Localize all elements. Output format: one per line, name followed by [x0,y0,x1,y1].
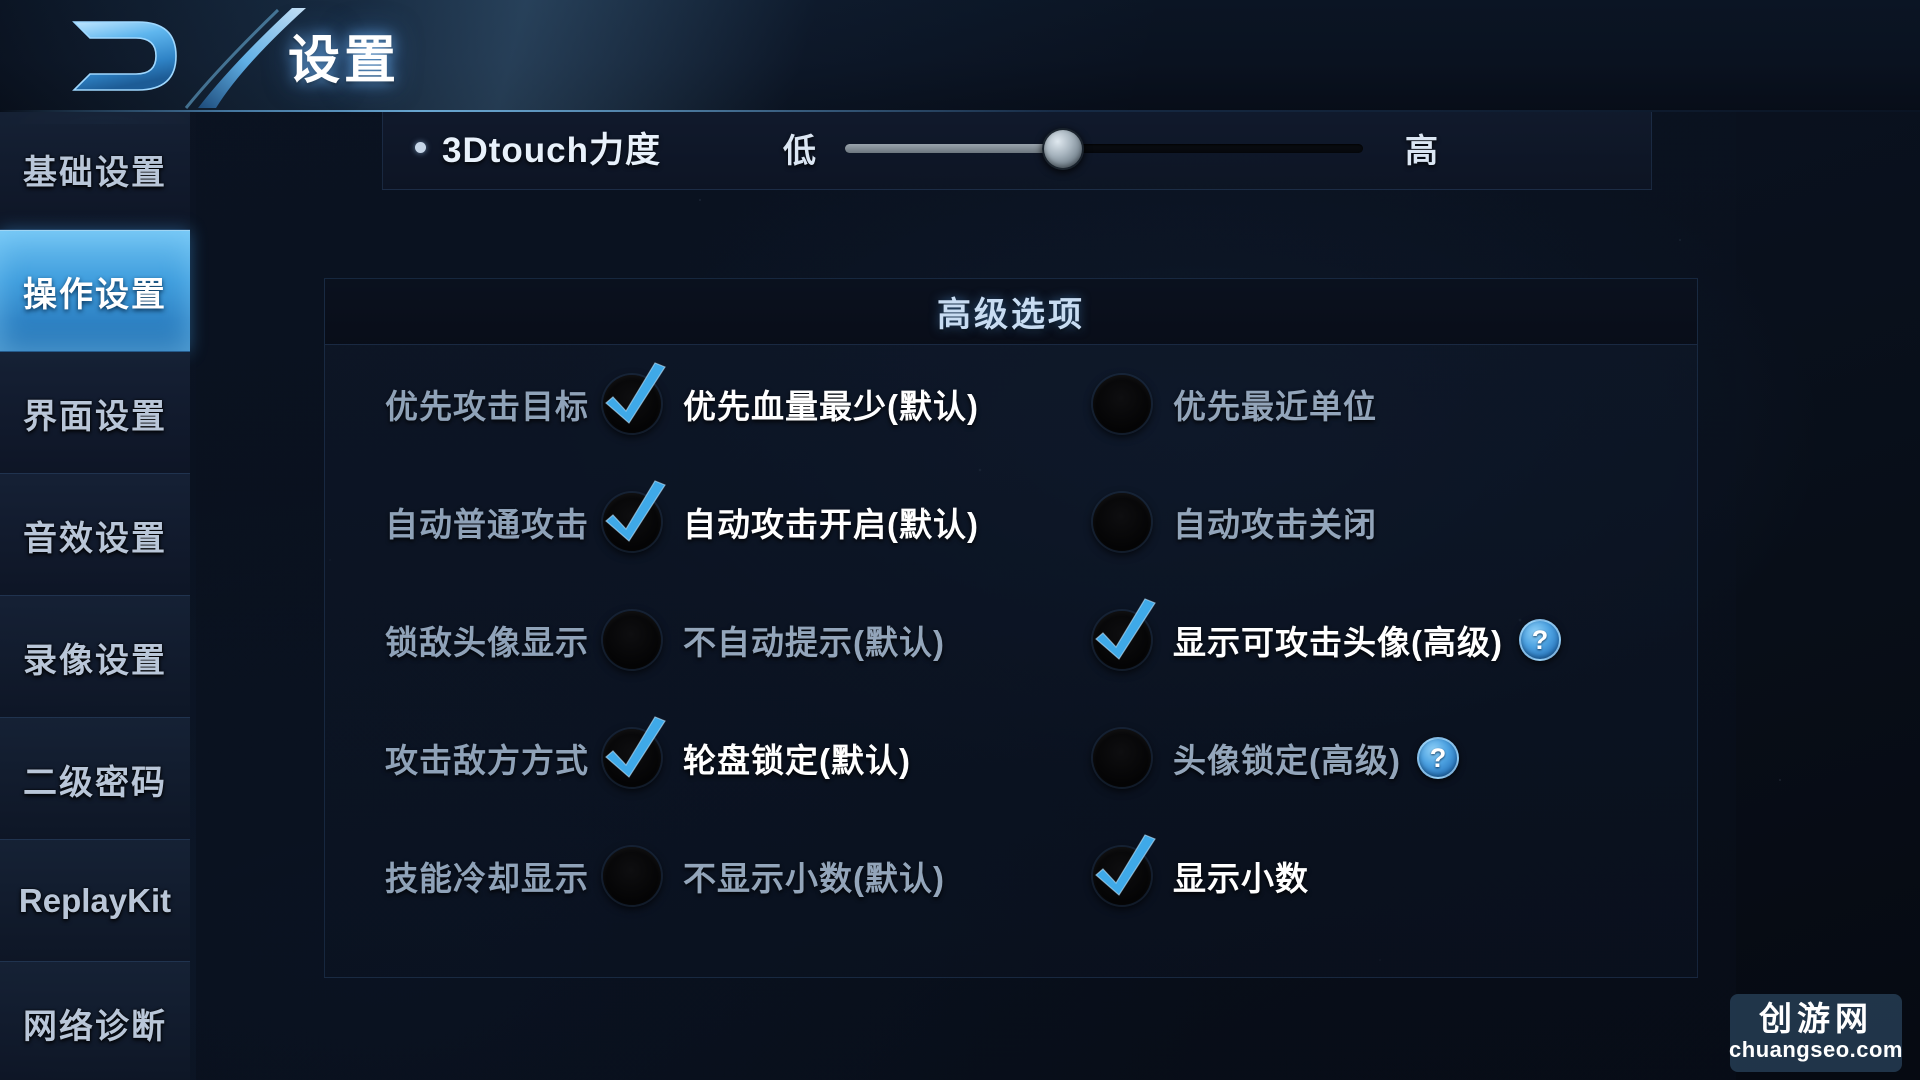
checkmark-icon [1095,834,1156,896]
option-choice-left[interactable]: 轮盘锁定(默认) [603,716,911,787]
settings-content-panel: 3Dtouch力度 低 高 高级选项 优先攻击目标 优先血量最少(默认) 优先最近单… [196,104,1736,1080]
sidebar-item-1[interactable]: 操作设置 [0,230,190,352]
sidebar-nav: 基础设置操作设置界面设置音效设置录像设置二级密码 ReplayKit 网络诊断 [0,68,190,1080]
3dtouch-strength-row: 3Dtouch力度 低 高 [382,106,1652,190]
sidebar-item-4[interactable]: 录像设置 [0,596,190,718]
page-title: 设置 [288,32,401,90]
help-question-icon[interactable]: ? [1518,619,1561,661]
option-choice-label: 显示小数 [1173,860,1309,897]
radio-checked-icon[interactable] [603,362,666,433]
sidebar-item-3[interactable]: 音效设置 [0,474,190,596]
radio-unchecked-icon[interactable] [1093,493,1151,551]
option-choice-label: 自动攻击开启(默认) [683,506,979,543]
option-choice-label: 优先血量最少(默认) [683,388,979,425]
watermark-url-text: chuangseo.com [1729,1037,1903,1063]
radio-checked-icon[interactable] [603,480,666,551]
option-choice-left[interactable]: 自动攻击开启(默认) [603,480,979,551]
sidebar-item-5[interactable]: 二级密码 [0,718,190,840]
settings-screen: 设置 基础设置操作设置界面设置音效设置录像设置二级密码 ReplayKit 网络诊断… [0,0,1920,1080]
3dtouch-slider[interactable] [845,127,1363,170]
advanced-options-title: 高级选项 [937,296,1085,334]
logo-area [30,6,306,109]
sidebar-item-label: 录像设置 [23,641,167,680]
option-row-label: 锁敌头像显示 [385,624,589,661]
radio-checked-icon[interactable] [1093,834,1156,905]
radio-unchecked-icon[interactable] [1093,729,1151,787]
slider-thumb[interactable] [1041,127,1084,170]
option-row: 锁敌头像显示 不自动提示(默认) 显示可攻击头像(高级)? [325,581,1697,699]
radio-unchecked-icon[interactable] [603,611,661,669]
sidebar-item-0[interactable]: 基础设置 [0,108,190,230]
option-choice-label: 显示可攻击头像(高级) [1173,624,1503,661]
option-row: 技能冷却显示 不显示小数(默认) 显示小数 [325,817,1697,935]
site-watermark: 创游网 chuangseo.com [1729,994,1903,1072]
radio-unchecked-icon[interactable] [1093,375,1151,433]
option-choice-left[interactable]: 不显示小数(默认) [603,847,945,905]
advanced-options-rows: 优先攻击目标 优先血量最少(默认) 优先最近单位 自动普通攻击 自动攻击开启(默认) 自动… [325,345,1697,935]
advanced-options-box: 高级选项 优先攻击目标 优先血量最少(默认) 优先最近单位 自动普通攻击 自动攻击开启(… [324,278,1698,978]
option-choice-right[interactable]: 优先最近单位 [1093,375,1377,433]
slider-max-label: 高 [1405,131,1438,169]
option-choice-label: 优先最近单位 [1173,388,1377,425]
option-row-label: 技能冷却显示 [385,860,589,897]
option-choice-label: 不自动提示(默认) [683,624,945,661]
sidebar-item-6[interactable]: ReplayKit [0,840,190,962]
slider-fill [845,143,1063,153]
sidebar-item-7[interactable]: 网络诊断 [0,962,190,1080]
option-row: 攻击敌方方式 轮盘锁定(默认) 头像锁定(高级)? [325,699,1697,817]
option-row: 优先攻击目标 优先血量最少(默认) 优先最近单位 [325,345,1697,463]
sidebar-item-label: 界面设置 [23,397,167,436]
title-bar: 设置 [0,0,1920,112]
radio-checked-icon[interactable] [1093,598,1156,669]
sidebar-item-label: 基础设置 [23,153,167,192]
radio-checked-icon[interactable] [603,716,666,787]
slider-min-label: 低 [783,131,816,169]
3dtouch-label: 3Dtouch力度 [442,131,662,170]
sidebar-item-label: ReplayKit [18,882,172,919]
option-choice-label: 自动攻击关闭 [1173,506,1377,543]
option-row: 自动普通攻击 自动攻击开启(默认) 自动攻击关闭 [325,463,1697,581]
option-choice-left[interactable]: 优先血量最少(默认) [603,362,979,433]
watermark-cn-text: 创游网 [1759,1001,1873,1038]
checkmark-icon [605,480,666,542]
option-choice-right[interactable]: 自动攻击关闭 [1093,493,1377,551]
sidebar-item-2[interactable]: 界面设置 [0,352,190,474]
option-choice-left[interactable]: 不自动提示(默认) [603,611,945,669]
help-question-icon[interactable]: ? [1416,737,1459,779]
sidebar-item-label: 操作设置 [23,275,167,314]
checkmark-icon [605,362,666,424]
option-choice-right[interactable]: 显示可攻击头像(高级)? [1093,598,1561,669]
option-choice-right[interactable]: 显示小数 [1093,834,1309,905]
advanced-options-header: 高级选项 [325,279,1697,345]
sidebar-item-label: 网络诊断 [23,1007,167,1046]
sidebar-item-label: 音效设置 [23,519,167,558]
option-choice-label: 不显示小数(默认) [683,860,945,897]
checkmark-icon [1095,598,1156,660]
option-choice-right[interactable]: 头像锁定(高级)? [1093,729,1459,787]
option-choice-label: 头像锁定(高级) [1173,742,1401,779]
option-choice-label: 轮盘锁定(默认) [683,742,911,779]
sidebar-item-label: 二级密码 [23,763,167,802]
checkmark-icon [605,716,666,778]
radio-unchecked-icon[interactable] [603,847,661,905]
bullet-icon [415,142,426,153]
game-logo-d-icon [72,21,177,91]
